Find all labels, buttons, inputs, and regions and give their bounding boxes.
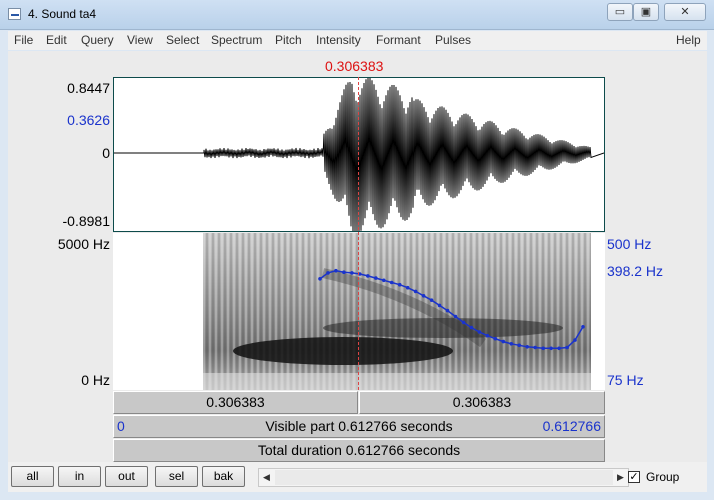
pitch-point: [350, 271, 354, 275]
pitch-point: [485, 333, 490, 338]
horizontal-scrollbar[interactable]: ◀ ▶: [258, 468, 629, 487]
title-bar: 4. Sound ta4 ▭ ▣ ✕: [0, 0, 714, 30]
spectrogram-low-band: [203, 373, 591, 390]
pitch-point: [525, 345, 529, 349]
pitch-point: [557, 346, 561, 351]
zoom-in-button[interactable]: in: [58, 466, 101, 487]
group-checkbox[interactable]: ✓: [628, 471, 640, 483]
menu-formant[interactable]: Formant: [376, 33, 421, 47]
pitch-point: [517, 343, 521, 348]
zoom-all-button[interactable]: all: [11, 466, 54, 487]
pitch-point: [453, 314, 458, 319]
zoom-out-button[interactable]: out: [105, 466, 148, 487]
waveform-cursor-value: 0.3626: [67, 112, 110, 128]
group-label: Group: [646, 470, 680, 484]
menu-pitch[interactable]: Pitch: [275, 33, 302, 47]
left-segment-bar[interactable]: 0.306383: [113, 391, 358, 414]
pitch-bottom-label: 75 Hz: [607, 372, 644, 388]
spectrogram-freq-top: 5000 Hz: [57, 236, 110, 252]
time-cursor: [358, 77, 359, 390]
zoom-sel-button[interactable]: sel: [155, 466, 198, 487]
menu-help[interactable]: Help: [676, 33, 701, 47]
pitch-point: [493, 336, 498, 341]
pitch-point: [413, 289, 418, 294]
total-duration-label: Total duration 0.612766 seconds: [257, 442, 461, 458]
app-icon: [8, 8, 21, 20]
waveform-signal: [114, 77, 605, 237]
pitch-point: [397, 282, 402, 287]
total-duration-bar[interactable]: Total duration 0.612766 seconds: [113, 439, 605, 462]
pitch-point: [573, 338, 577, 342]
cursor-time-label: 0.306383: [325, 58, 384, 74]
menu-bar: File Edit Query View Select Spectrum Pit…: [8, 31, 707, 50]
waveform-zero-label: 0: [102, 145, 110, 161]
menu-view[interactable]: View: [127, 33, 153, 47]
window-title: 4. Sound ta4: [28, 7, 97, 21]
pitch-point: [477, 330, 482, 334]
spectrogram-plot: [203, 233, 591, 390]
pitch-top-label: 500 Hz: [607, 236, 652, 252]
pitch-point: [445, 308, 450, 313]
pitch-point: [389, 280, 394, 285]
waveform-panel[interactable]: [113, 77, 605, 237]
waveform-min-label: -0.8981: [62, 213, 110, 229]
pitch-point: [429, 298, 434, 302]
pitch-point: [366, 274, 370, 278]
pitch-point: [541, 346, 545, 351]
waveform-max-label: 0.8447: [67, 80, 110, 96]
formant-band-1: [233, 337, 453, 365]
pitch-point: [437, 303, 442, 308]
pitch-point: [326, 271, 330, 275]
visible-part-label: Visible part 0.612766 seconds: [265, 418, 453, 434]
menu-file[interactable]: File: [14, 33, 33, 47]
pitch-point: [405, 285, 410, 290]
menu-pulses[interactable]: Pulses: [435, 33, 471, 47]
menu-spectrum[interactable]: Spectrum: [211, 33, 262, 47]
waveform-plot: [114, 77, 605, 237]
menu-intensity[interactable]: Intensity: [316, 33, 361, 47]
close-button[interactable]: ✕: [664, 3, 706, 21]
pitch-point: [382, 278, 386, 283]
right-segment-bar[interactable]: 0.306383: [359, 391, 605, 414]
pitch-point: [318, 277, 322, 281]
pitch-point: [565, 345, 569, 350]
scroll-left-icon[interactable]: ◀: [259, 469, 274, 486]
pitch-point: [334, 268, 338, 273]
pitch-point: [421, 294, 426, 298]
pitch-point: [509, 342, 514, 346]
spectrogram-texture: [203, 233, 591, 390]
pitch-point: [533, 345, 537, 350]
menu-edit[interactable]: Edit: [46, 33, 67, 47]
zoom-back-button[interactable]: bak: [202, 466, 245, 487]
scroll-thumb[interactable]: [275, 470, 613, 485]
right-segment-duration: 0.306383: [452, 394, 512, 410]
menu-query[interactable]: Query: [81, 33, 114, 47]
minimize-button[interactable]: ▭: [607, 3, 633, 21]
spectrogram-freq-bottom: 0 Hz: [81, 372, 110, 388]
bottom-toolbar: all in out sel bak ◀ ▶ ✓ Group: [8, 462, 707, 492]
scroll-right-icon[interactable]: ▶: [613, 469, 628, 486]
menu-select[interactable]: Select: [166, 33, 199, 47]
pitch-point: [549, 346, 553, 351]
pitch-point: [342, 270, 346, 274]
visible-end-time: 0.612766: [542, 418, 601, 434]
pitch-point: [374, 276, 378, 280]
spectrogram-panel[interactable]: [113, 233, 605, 390]
pitch-point: [501, 339, 506, 344]
pitch-point: [461, 320, 466, 325]
maximize-button[interactable]: ▣: [633, 3, 659, 21]
visible-part-bar[interactable]: 0 Visible part 0.612766 seconds 0.612766: [113, 415, 605, 438]
pitch-point: [581, 325, 585, 329]
pitch-cursor-label: 398.2 Hz: [607, 263, 664, 279]
pitch-point: [469, 325, 474, 330]
left-segment-duration: 0.306383: [206, 394, 265, 410]
